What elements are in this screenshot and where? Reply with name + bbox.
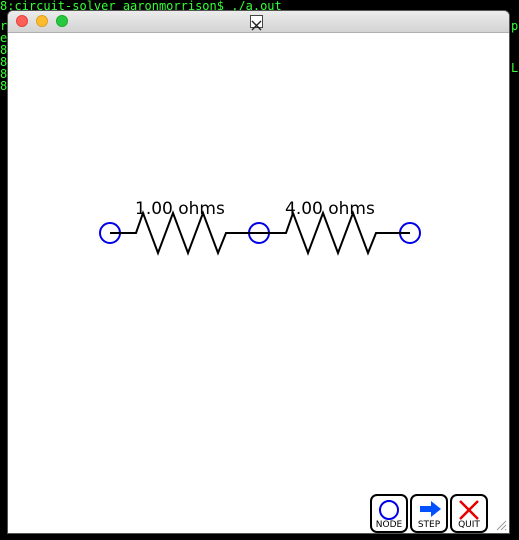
resize-grip-icon[interactable]: [495, 519, 507, 531]
circuit-canvas[interactable]: 1.00 ohms 4.00 ohms NODE STEP QUIT: [8, 33, 509, 533]
node-button-label: NODE: [375, 520, 403, 530]
terminal-fragment: 8: [0, 79, 8, 93]
minimize-window-button[interactable]: [36, 15, 48, 27]
step-button-label: STEP: [417, 520, 441, 530]
terminal-fragment: p: [511, 19, 519, 33]
app-window: 1.00 ohms 4.00 ohms NODE STEP QUIT: [8, 11, 509, 533]
terminal-fragment: L: [511, 61, 519, 75]
resistor-2-label: 4.00 ohms: [285, 199, 375, 219]
resistor-2[interactable]: [259, 210, 410, 256]
x11-icon: [250, 15, 263, 31]
window-titlebar[interactable]: [8, 11, 509, 33]
node-button[interactable]: NODE: [370, 494, 408, 533]
quit-button[interactable]: QUIT: [450, 494, 488, 533]
close-window-button[interactable]: [16, 15, 28, 27]
resistor-1[interactable]: [110, 210, 259, 256]
resistor-1-label: 1.00 ohms: [135, 199, 225, 219]
quit-button-label: QUIT: [458, 520, 480, 530]
step-button[interactable]: STEP: [410, 494, 448, 533]
right-arrow-icon: [420, 501, 441, 517]
zoom-window-button[interactable]: [56, 15, 68, 27]
